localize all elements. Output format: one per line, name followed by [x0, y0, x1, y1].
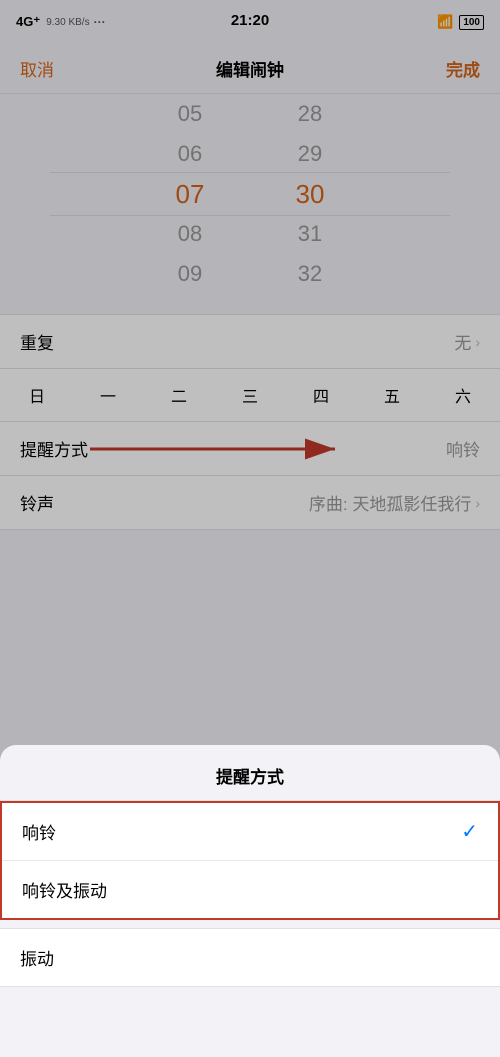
minute-item: 29: [250, 134, 370, 174]
status-left: 4G⁺ 9.30 KB/s ···: [16, 14, 106, 30]
ringtone-label: 铃声: [20, 490, 54, 515]
red-arrow-icon: [80, 429, 360, 469]
reminder-label: 提醒方式: [20, 436, 88, 461]
status-right: 📶 100: [437, 14, 484, 30]
done-button[interactable]: 完成: [446, 56, 480, 81]
signal-text: 4G⁺: [16, 14, 40, 30]
network-speed: 9.30 KB/s: [46, 17, 89, 28]
chevron-icon: ›: [475, 334, 480, 350]
weekday-tue: 二: [162, 383, 196, 407]
cancel-button[interactable]: 取消: [20, 56, 54, 81]
weekday-sat: 六: [446, 383, 480, 407]
weekday-mon: 一: [91, 383, 125, 407]
option-ring-vibrate[interactable]: 响铃及振动: [2, 861, 498, 918]
dots: ···: [94, 15, 106, 29]
reminder-row[interactable]: 提醒方式 响铃: [0, 422, 500, 476]
repeat-label: 重复: [20, 329, 54, 354]
time-picker[interactable]: 05 06 07 08 09 28 29 30 31 32: [0, 94, 500, 294]
sheet-options: 响铃 ✓ 响铃及振动: [0, 801, 500, 920]
minutes-column[interactable]: 28 29 30 31 32: [250, 94, 370, 294]
sheet-bottom-gap: [0, 987, 500, 1017]
sheet-gap: [0, 920, 500, 928]
status-time: 21:20: [231, 12, 269, 29]
ringtone-value: 序曲: 天地孤影任我行 ›: [309, 490, 480, 515]
nav-bar: 取消 编辑闹钟 完成: [0, 44, 500, 94]
hour-item: 08: [130, 214, 250, 254]
ringtone-row[interactable]: 铃声 序曲: 天地孤影任我行 ›: [0, 476, 500, 530]
minute-item: 32: [250, 254, 370, 294]
battery-icon: 100: [459, 15, 484, 30]
chevron-icon: ›: [475, 495, 480, 511]
reminder-value: 响铃: [446, 436, 480, 461]
settings-list: 重复 无 › 日 一 二 三 四 五 六 提醒方式 响铃 铃声: [0, 314, 500, 530]
minute-item: 28: [250, 94, 370, 134]
weekday-fri: 五: [375, 383, 409, 407]
section-gap: [0, 294, 500, 314]
checkmark-icon: ✓: [461, 819, 478, 844]
weekday-wed: 三: [233, 383, 267, 407]
hour-selected: 07: [130, 174, 250, 214]
hour-item: 05: [130, 94, 250, 134]
weekday-thu: 四: [304, 383, 338, 407]
minute-item: 31: [250, 214, 370, 254]
vibrate-row[interactable]: 振动: [0, 928, 500, 987]
repeat-value: 无 ›: [454, 329, 480, 354]
status-bar: 4G⁺ 9.30 KB/s ··· 21:20 📶 100: [0, 0, 500, 44]
bottom-sheet: 提醒方式 响铃 ✓ 响铃及振动 振动: [0, 745, 500, 1057]
minute-selected: 30: [250, 174, 370, 214]
vibrate-label: 振动: [20, 945, 54, 970]
hour-item: 09: [130, 254, 250, 294]
option-ring[interactable]: 响铃 ✓: [2, 803, 498, 861]
page-title: 编辑闹钟: [216, 56, 284, 81]
weekday-sun: 日: [20, 383, 54, 407]
weekdays-row: 日 一 二 三 四 五 六: [0, 369, 500, 422]
repeat-row[interactable]: 重复 无 ›: [0, 314, 500, 369]
hour-item: 06: [130, 134, 250, 174]
hours-column[interactable]: 05 06 07 08 09: [130, 94, 250, 294]
wifi-icon: 📶: [437, 14, 453, 30]
option-ring-vibrate-label: 响铃及振动: [22, 877, 107, 902]
sheet-title: 提醒方式: [0, 745, 500, 801]
option-ring-label: 响铃: [22, 819, 56, 844]
